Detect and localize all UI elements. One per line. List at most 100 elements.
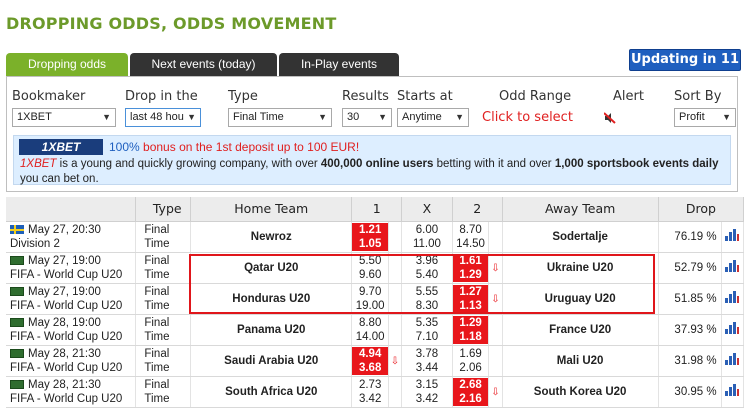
event-cell[interactable]: May 27, 20:30 Division 2 bbox=[6, 221, 137, 253]
world-flag bbox=[10, 286, 24, 296]
promo-text: betting with it and over bbox=[433, 158, 555, 170]
chevron-down-icon: ▼ bbox=[722, 112, 731, 122]
chart-cell[interactable] bbox=[721, 221, 744, 253]
drop-in-select[interactable]: last 48 hou ▼ bbox=[125, 108, 201, 127]
type-select[interactable]: Final Time ▼ bbox=[228, 108, 332, 127]
odd-1-open: 4.94 bbox=[352, 346, 388, 361]
event-cell[interactable]: May 27, 19:00 FIFA - World Cup U20 bbox=[6, 252, 137, 284]
chart-cell[interactable] bbox=[721, 252, 744, 284]
odd-2-cell[interactable]: 8.70 14.50 bbox=[452, 221, 490, 253]
event-cell[interactable]: May 28, 21:30 FIFA - World Cup U20 bbox=[6, 376, 137, 408]
table-row[interactable]: May 27, 19:00 FIFA - World Cup U20 Final Ti… bbox=[6, 252, 744, 284]
odd-1-open: 5.50 bbox=[358, 254, 382, 267]
odd-2-cell[interactable]: 1.69 2.06 bbox=[452, 345, 490, 377]
away-team-cell[interactable]: Ukraine U20 bbox=[502, 252, 659, 284]
odd-1-cell[interactable]: 9.70 19.00 bbox=[351, 283, 389, 315]
odd-2-open: 1.69 bbox=[459, 347, 482, 360]
promo-text: is a young and quickly growing company, … bbox=[56, 158, 321, 170]
away-team-cell[interactable]: France U20 bbox=[502, 314, 659, 346]
odd-2-cell[interactable]: 1.61 1.29 bbox=[452, 252, 490, 284]
home-team-cell[interactable]: Honduras U20 bbox=[190, 283, 353, 315]
odd-x-cell[interactable]: 5.35 7.10 bbox=[401, 314, 453, 346]
drop-percent: 31.98 % bbox=[658, 345, 722, 377]
home-team-cell[interactable]: Saudi Arabia U20 bbox=[190, 345, 353, 377]
starts-at-select[interactable]: Anytime ▼ bbox=[397, 108, 469, 127]
table-header-row: Type Home Team 1 X 2 Away Team Drop bbox=[6, 197, 744, 222]
update-countdown-badge[interactable]: Updating in 11 sec bbox=[629, 49, 741, 87]
chart-cell[interactable] bbox=[721, 376, 744, 408]
table-row[interactable]: May 28, 19:00 FIFA - World Cup U20 Final Ti… bbox=[6, 314, 744, 346]
odd-2-cell[interactable]: 1.27 1.13 bbox=[452, 283, 490, 315]
table-row[interactable]: May 28, 21:30 FIFA - World Cup U20 Final Ti… bbox=[6, 345, 744, 377]
col-type: Type bbox=[135, 197, 192, 222]
type-cell: Final Time bbox=[135, 283, 192, 315]
tab-in-play[interactable]: In-Play events bbox=[279, 53, 399, 76]
event-date: May 27, 19:00 bbox=[10, 254, 135, 268]
chart-cell[interactable] bbox=[721, 283, 744, 315]
odd-range-link[interactable]: Click to select bbox=[482, 110, 573, 125]
odd-1-cell[interactable]: 2.73 3.42 bbox=[351, 376, 389, 408]
col-drop: Drop bbox=[658, 197, 744, 222]
event-date-text: May 28, 21:30 bbox=[28, 378, 101, 391]
odd-x-current: 7.10 bbox=[415, 330, 439, 343]
odd-1-cell[interactable]: 1.21 1.05 bbox=[351, 221, 389, 253]
table-row[interactable]: May 27, 19:00 FIFA - World Cup U20 Final Ti… bbox=[6, 283, 744, 315]
home-team-cell[interactable]: South Africa U20 bbox=[190, 376, 353, 408]
sweden-flag bbox=[10, 224, 24, 234]
drop-percent: 51.85 % bbox=[658, 283, 722, 315]
event-cell[interactable]: May 28, 21:30 FIFA - World Cup U20 bbox=[6, 345, 137, 377]
bar-chart-icon[interactable] bbox=[725, 229, 740, 241]
bar-chart-icon[interactable] bbox=[725, 353, 740, 365]
odd-1-current: 3.68 bbox=[352, 360, 388, 375]
home-team-cell[interactable]: Newroz bbox=[190, 221, 353, 253]
bar-chart-icon[interactable] bbox=[725, 384, 740, 396]
type-line: Final bbox=[144, 378, 170, 391]
event-cell[interactable]: May 27, 19:00 FIFA - World Cup U20 bbox=[6, 283, 137, 315]
odd-x-cell[interactable]: 3.96 5.40 bbox=[401, 252, 453, 284]
bar-chart-icon[interactable] bbox=[725, 322, 740, 334]
sort-by-select[interactable]: Profit ▼ bbox=[674, 108, 736, 127]
sort-by-value: Profit bbox=[679, 111, 705, 123]
event-cell[interactable]: May 28, 19:00 FIFA - World Cup U20 bbox=[6, 314, 137, 346]
odd-1-cell[interactable]: 4.94 3.68 bbox=[351, 345, 389, 377]
chart-cell[interactable] bbox=[721, 345, 744, 377]
table-row[interactable]: May 28, 21:30 FIFA - World Cup U20 Final Ti… bbox=[6, 376, 744, 408]
away-team-cell[interactable]: Sodertalje bbox=[502, 221, 659, 253]
world-flag bbox=[10, 317, 24, 327]
event-league: FIFA - World Cup U20 bbox=[10, 330, 123, 343]
chart-cell[interactable] bbox=[721, 314, 744, 346]
away-team-cell[interactable]: South Korea U20 bbox=[502, 376, 659, 408]
away-team-cell[interactable]: Mali U20 bbox=[502, 345, 659, 377]
bar-chart-icon[interactable] bbox=[725, 260, 740, 272]
odd-x-cell[interactable]: 5.55 8.30 bbox=[401, 283, 453, 315]
odd-x-cell[interactable]: 3.78 3.44 bbox=[401, 345, 453, 377]
promo-banner[interactable]: 1XBET 100% bonus on the 1st deposit up t… bbox=[13, 135, 731, 185]
odd-1-cell[interactable]: 8.80 14.00 bbox=[351, 314, 389, 346]
col-odd-x: X bbox=[401, 197, 453, 222]
odd-1-cell[interactable]: 5.50 9.60 bbox=[351, 252, 389, 284]
odd-x-cell[interactable]: 3.15 3.42 bbox=[401, 376, 453, 408]
starts-at-label: Starts at bbox=[397, 89, 453, 104]
odd-x-cell[interactable]: 6.00 11.00 bbox=[401, 221, 453, 253]
drop-percent: 52.79 % bbox=[658, 252, 722, 284]
drop-in-value: last 48 hou bbox=[130, 111, 184, 123]
event-date-text: May 28, 19:00 bbox=[28, 316, 101, 329]
results-select[interactable]: 30 ▼ bbox=[342, 108, 392, 127]
bookmaker-select[interactable]: 1XBET ▼ bbox=[12, 108, 116, 127]
promo-text: you can bet on. bbox=[20, 173, 99, 185]
odd-2-open: 1.27 bbox=[452, 284, 489, 299]
bar-chart-icon[interactable] bbox=[725, 291, 740, 303]
home-team-cell[interactable]: Panama U20 bbox=[190, 314, 353, 346]
home-team-cell[interactable]: Qatar U20 bbox=[190, 252, 353, 284]
odd-2-cell[interactable]: 2.68 2.16 bbox=[452, 376, 490, 408]
tab-dropping-odds[interactable]: Dropping odds bbox=[6, 53, 128, 76]
drop-percent: 76.19 % bbox=[658, 221, 722, 253]
odd-1-arrow-cell bbox=[388, 283, 403, 315]
away-team-cell[interactable]: Uruguay U20 bbox=[502, 283, 659, 315]
odd-2-current: 2.06 bbox=[459, 361, 482, 374]
odd-2-cell[interactable]: 1.29 1.18 bbox=[452, 314, 490, 346]
chevron-down-icon: ▼ bbox=[378, 112, 387, 122]
muted-speaker-icon[interactable] bbox=[604, 112, 616, 124]
table-row[interactable]: May 27, 20:30 Division 2 Final Time Newroz 1.… bbox=[6, 221, 744, 253]
tab-next-events[interactable]: Next events (today) bbox=[130, 53, 277, 76]
